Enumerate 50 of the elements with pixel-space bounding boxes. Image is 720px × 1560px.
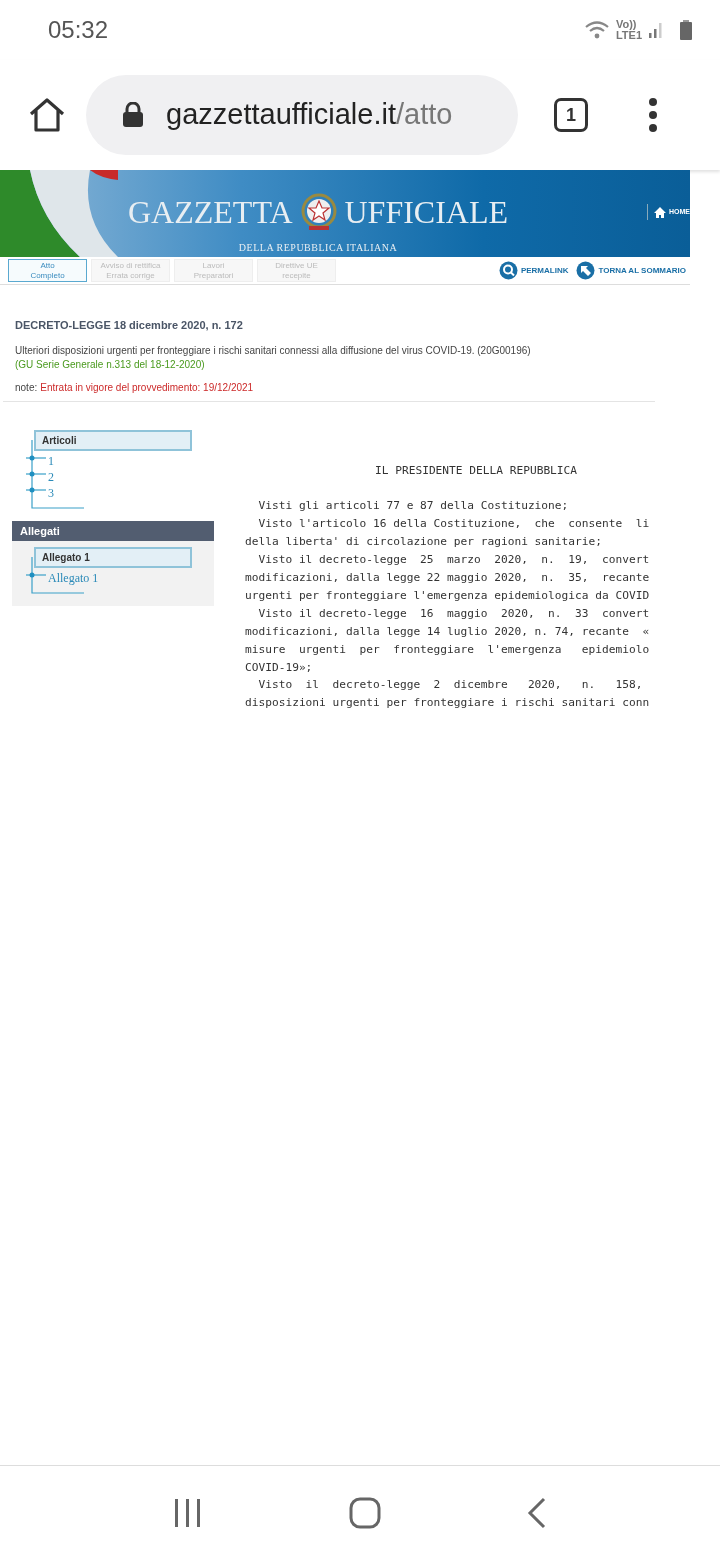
tab-count-button[interactable]: 1 (554, 98, 588, 132)
page-tab[interactable]: Atto Completo (8, 259, 87, 282)
document-description: Ulteriori disposizioni urgenti per fronteggiare i rischi sanitari connessi alla diffusione del virus COVID-19. (20G00196) (15, 343, 532, 358)
note-text: Entrata in vigore del provvedimento: 19/12/2021 (40, 380, 254, 395)
tree-link[interactable]: 2 (48, 468, 214, 485)
back-icon[interactable] (527, 1497, 547, 1529)
body-text-line: COVID-19»; (245, 659, 314, 676)
wifi-icon (583, 20, 610, 40)
search-icon (498, 261, 518, 280)
attachments-header: Allegati (12, 520, 214, 541)
body-text-line: modificazioni, dalla legge 22 maggio 2020, n. 35, recante (245, 570, 650, 587)
url-path: /atto (396, 97, 453, 133)
lock-icon (122, 102, 144, 128)
action-link[interactable]: PERMALINK (498, 261, 569, 280)
home-icon[interactable] (28, 97, 66, 133)
body-heading: IL PRESIDENTE DELLA REPUBBLICA (375, 462, 579, 479)
body-text-line: Visto il decreto-legge 25 marzo 2020, n. 19, convert (257, 552, 650, 569)
body-text-line: della liberta' di circolazione per ragioni sanitarie; (245, 534, 603, 551)
action-link[interactable]: TORNA AL SOMMARIO (576, 261, 686, 280)
gazette-reference: (GU Serie Generale n.313 del 18-12-2020) (15, 357, 206, 372)
home-button-icon[interactable] (349, 1497, 381, 1529)
tree-link[interactable]: Allegato 1 (48, 569, 214, 586)
address-bar[interactable]: gazzettaufficiale.it/atto (86, 75, 518, 155)
emblem-icon (300, 192, 337, 232)
document-title: DECRETO-LEGGE 18 dicembre 2020, n. 172 (15, 318, 244, 333)
network-label: LTE1 (615, 30, 642, 41)
tree-heading: Allegato 1 (34, 546, 192, 568)
recent-apps-icon[interactable] (173, 1498, 203, 1528)
status-time: 05:32 (48, 15, 109, 45)
banner-subtitle: DELLA REPUBBLICA ITALIANA (238, 241, 398, 255)
body-text-line: disposizioni urgenti per fronteggiare i rischi sanitari conn (245, 695, 650, 712)
signal-icon (648, 21, 664, 39)
tree-link[interactable]: 1 (48, 452, 214, 469)
battery-icon (680, 20, 692, 40)
body-text-line: Visto il decreto-legge 16 maggio 2020, n. 33 convert (257, 605, 650, 622)
url-host: gazzettaufficiale.it (166, 97, 396, 133)
body-text-line: Visto il decreto-legge 2 dicembre 2020, n. 158, (257, 677, 644, 694)
body-text-line: Visti gli articoli 77 e 87 della Costituzione; (257, 498, 570, 515)
menu-icon[interactable] (648, 98, 658, 132)
note-label: note: (15, 380, 38, 395)
banner-title: UFFICIALE (344, 195, 509, 229)
house-icon (654, 206, 666, 218)
volte-label: Vo)) (615, 19, 637, 30)
tree-link[interactable]: 3 (48, 484, 214, 501)
body-text-line: urgenti per fronteggiare l'emergenza epidemiologica da COVID (245, 587, 650, 604)
body-text-line: Visto l'articolo 16 della Costituzione, che consente li (257, 516, 650, 533)
body-text-line: misure urgenti per fronteggiare l'emergenza epidemiolo (245, 641, 650, 658)
body-text-line: modificazioni, dalla legge 14 luglio 2020, n. 74, recante « (245, 623, 650, 640)
banner-title: GAZZETTA (128, 195, 293, 229)
tree-heading: Articoli (34, 429, 192, 451)
